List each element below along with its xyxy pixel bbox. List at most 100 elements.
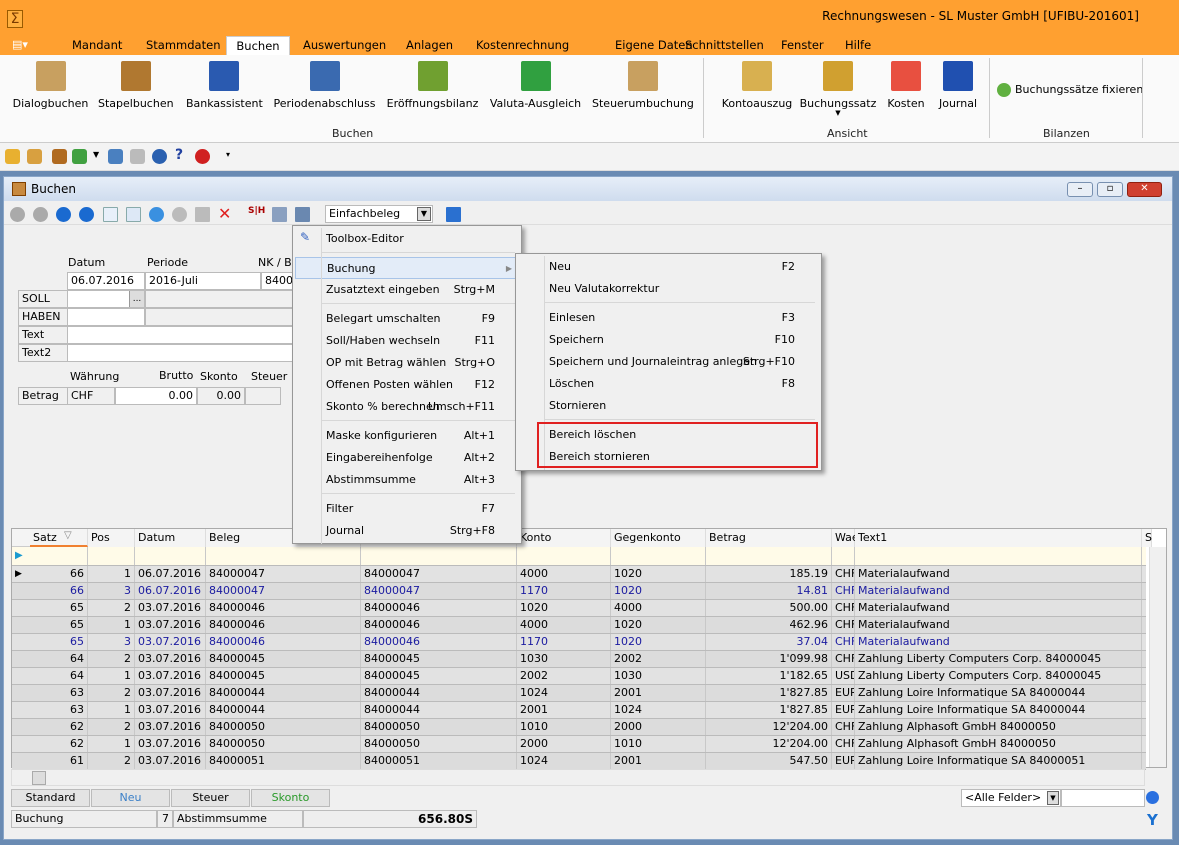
menu-item-maske-konfigurieren[interactable]: Maske konfigurieren Alt+1 [295,425,517,447]
close-button[interactable]: ✕ [1127,182,1162,197]
tab-5[interactable]: Kostenrechnung [472,36,573,55]
ribbon-kontoauszug[interactable]: Kontoauszug [713,61,801,110]
column-header-satz[interactable]: Satz [30,529,88,547]
menu-item-belegart-umschalten[interactable]: Belegart umschalten F9 [295,308,517,330]
ribbon-kosten[interactable]: Kosten [884,61,928,110]
table-row[interactable]: 65 1 03.07.2016 84000046 84000046 4000 1020 462… [12,617,1146,634]
table-row[interactable]: 62 1 03.07.2016 84000050 84000050 2000 1010 12'… [12,736,1146,753]
menu-item-toolbox-editor[interactable]: Toolbox-Editor [295,228,517,250]
book-icon[interactable] [52,149,67,164]
import-icon[interactable] [72,149,87,164]
tab-4[interactable]: Anlagen [402,36,457,55]
delete-icon[interactable]: ✕ [218,204,231,223]
browse-button[interactable]: ... [129,291,144,307]
menu-item-eingabereihenfolge[interactable]: Eingabereihenfolge Alt+2 [295,447,517,469]
column-header-pos[interactable]: Pos [88,529,135,547]
table-row[interactable]: 65 2 03.07.2016 84000046 84000046 1020 4000 500… [12,600,1146,617]
minimize-button[interactable]: – [1067,182,1093,197]
ribbon-steuerumbuchung[interactable]: Steuerumbuchung [592,61,694,110]
menu-item-abstimmsumme[interactable]: Abstimmsumme Alt+3 [295,469,517,491]
skonto-field[interactable]: 0.00 [197,387,245,405]
column-header-wae[interactable]: Wae [832,529,859,547]
text2-field[interactable] [67,344,297,362]
form-settings-icon[interactable] [272,207,287,222]
menu-item-zusatztext-eingeben[interactable]: Zusatztext eingeben Strg+M [295,279,517,301]
column-header-konto[interactable]: Konto [517,529,611,547]
table-row[interactable]: ▶ 66 1 06.07.2016 84000047 84000047 4000 1020 18… [12,566,1146,583]
column-header-betrag[interactable]: Betrag [706,529,832,547]
table-row[interactable]: 63 1 03.07.2016 84000044 84000044 2001 1024 1'8… [12,702,1146,719]
bottom-tab-skonto[interactable]: Skonto [251,789,330,807]
menu-item-stornieren[interactable]: Stornieren [518,395,817,417]
filter-cell[interactable] [30,547,88,565]
brutto-field[interactable]: 0.00 [115,387,197,405]
menu-item-skonto-berechnen[interactable]: Skonto % berechnen Umsch+F11 [295,396,517,418]
new-document-icon[interactable] [103,207,118,222]
chevron-down-icon[interactable]: ▼ [1047,791,1059,805]
steuer-field[interactable] [245,387,281,405]
menu-item-op-mit-betrag-wählen[interactable]: OP mit Betrag wählen Strg+O [295,352,517,374]
ribbon-valuta-ausgleich[interactable]: Valuta-Ausgleich [489,61,582,110]
undo-icon[interactable] [172,207,187,222]
datum-field[interactable]: 06.07.2016 [67,272,145,290]
maximize-button[interactable]: ▫ [1097,182,1123,197]
notebook-icon[interactable] [446,207,461,222]
filter-cell[interactable] [706,547,832,565]
search-field-select[interactable]: <Alle Felder> ▼ [961,789,1061,807]
sh-booking-icon[interactable]: S|H [248,206,265,216]
filter-cell[interactable] [517,547,611,565]
tab-7[interactable]: Schnittstellen [681,36,768,55]
first-record-icon[interactable] [10,207,25,222]
next-record-icon[interactable] [56,207,71,222]
table-row[interactable]: 65 3 03.07.2016 84000046 84000046 1170 1020 37.… [12,634,1146,651]
bottom-tab-neu[interactable]: Neu [91,789,170,807]
column-header-datum[interactable]: Datum [135,529,206,547]
sigma-icon[interactable]: Σ [7,10,23,28]
app-menu-button[interactable]: ▤▾ [12,38,42,52]
close-circle-icon[interactable] [195,149,210,164]
horizontal-scrollbar[interactable] [11,769,1145,786]
refresh-icon[interactable] [149,207,164,222]
belegart-select[interactable]: Einfachbeleg ▼ [325,205,433,223]
globe-icon[interactable] [152,149,167,164]
table-row[interactable]: 63 2 03.07.2016 84000044 84000044 1024 2001 1'8… [12,685,1146,702]
column-header-text1[interactable]: Text1 [855,529,1142,547]
menu-item-soll-haben-wechseln[interactable]: Soll/Haben wechseln F11 [295,330,517,352]
menu-item-journal[interactable]: Journal Strg+F8 [295,520,517,542]
menu-item-neu-valutakorrektur[interactable]: Neu Valutakorrektur [518,278,817,300]
filter-cell[interactable] [832,547,855,565]
ribbon-buchungssatz[interactable]: Buchungssatz ▼ [796,61,880,117]
filter-cell[interactable] [611,547,706,565]
tab-2[interactable]: Buchen [226,36,290,55]
tab-8[interactable]: Fenster [777,36,828,55]
filter-cell[interactable] [88,547,135,565]
table-row[interactable]: 61 2 03.07.2016 84000051 84000051 1024 2001 547… [12,753,1146,770]
chevron-down-icon[interactable]: ▼ [796,109,880,117]
menu-item-offenen-posten-wählen[interactable]: Offenen Posten wählen F12 [295,374,517,396]
ribbon-bankassistent[interactable]: Bankassistent [186,61,263,110]
menu-item-speichern[interactable]: Speichern F10 [518,329,817,351]
cursor-menu-icon[interactable] [295,207,310,222]
menu-item-einlesen[interactable]: Einlesen F3 [518,307,817,329]
table-row[interactable]: 62 2 03.07.2016 84000050 84000050 1010 2000 12'… [12,719,1146,736]
ribbon-eröffnungsbilanz[interactable]: Eröffnungsbilanz [385,61,480,110]
help-icon[interactable]: ? [175,147,183,163]
waehrung-field[interactable]: CHF [67,387,115,405]
filter-cell[interactable] [361,547,517,565]
periode-field[interactable]: 2016-Juli [145,272,261,290]
ribbon-stapelbuchen[interactable]: Stapelbuchen [98,61,174,110]
table-row[interactable]: 64 1 03.07.2016 84000045 84000045 2002 1030 1'1… [12,668,1146,685]
ribbon-periodenabschluss[interactable]: Periodenabschluss [273,61,376,110]
table-row[interactable]: 66 3 06.07.2016 84000047 84000047 1170 1020 14.… [12,583,1146,600]
menu-item-buchung[interactable]: Buchung ▶ [295,257,517,279]
tab-9[interactable]: Hilfe [841,36,875,55]
tab-1[interactable]: Stammdaten [142,36,224,55]
previous-record-icon[interactable] [33,207,48,222]
search-input[interactable] [1061,789,1145,807]
bottom-tab-steuer[interactable]: Steuer [171,789,250,807]
column-header-gegenkonto[interactable]: Gegenkonto [611,529,706,547]
table-row[interactable]: 64 2 03.07.2016 84000045 84000045 1030 2002 1'0… [12,651,1146,668]
filter-cell[interactable] [135,547,206,565]
chevron-down-icon[interactable]: ▼ [417,207,431,221]
filter-cell[interactable] [855,547,1142,565]
